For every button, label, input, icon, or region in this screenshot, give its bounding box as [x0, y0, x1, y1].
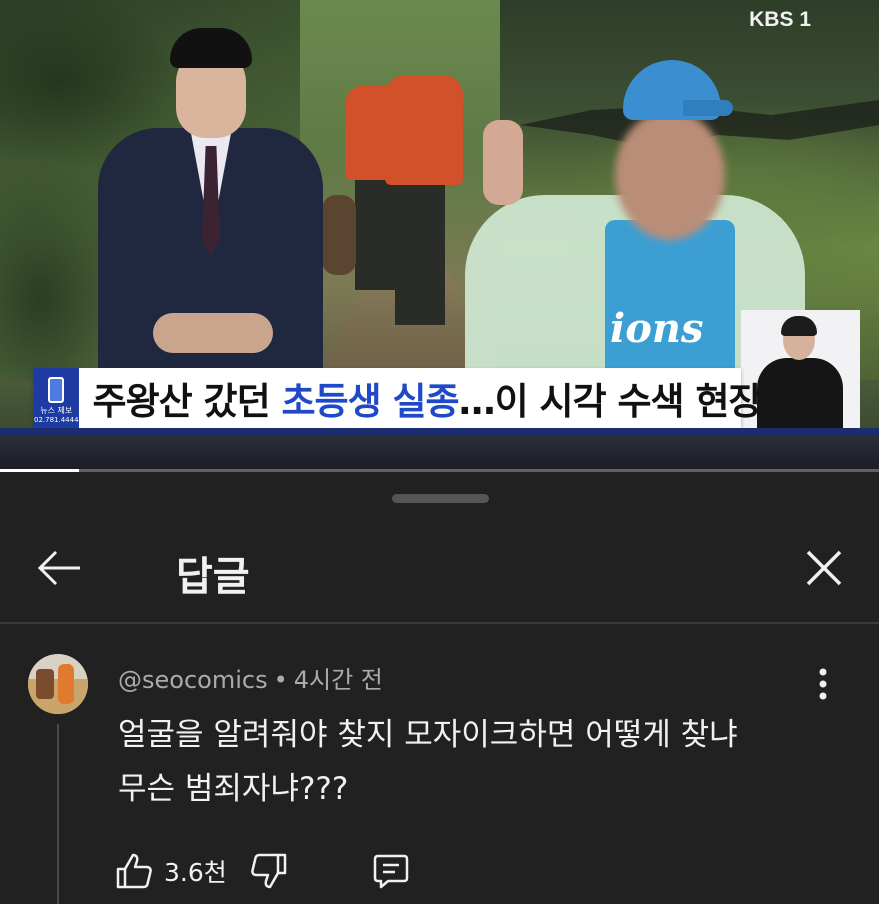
headline-highlight: 초등생 실종	[281, 380, 460, 423]
comment-text-line: 얼굴을 알려줘야 찾지 모자이크하면 어떻게 찾냐	[118, 717, 738, 753]
comment-author[interactable]: @seocomics	[118, 666, 268, 694]
news-anchor	[98, 28, 323, 373]
rescuer-figure	[385, 75, 463, 325]
channel-logo: KBS 1	[749, 8, 811, 31]
meta-separator: •	[273, 666, 288, 694]
caption-strip	[0, 428, 879, 436]
jersey-text: ions	[610, 305, 704, 352]
comment-text: 얼굴을 알려줘야 찾지 모자이크하면 어떻게 찾냐 무슨 범죄자냐???	[118, 708, 838, 816]
arrow-left-icon[interactable]	[34, 542, 86, 594]
sheet-title: 답글	[176, 554, 250, 600]
headline-text-end: …이 시각 수색 현장	[458, 380, 763, 423]
replies-sheet: 답글 @seocomics • 4시간 전 얼굴을 알려줘야 찾지 모자이크하면 어…	[0, 472, 879, 904]
badge-label: 뉴스 제보	[40, 406, 73, 415]
close-icon[interactable]	[798, 542, 850, 594]
headline-text: 주왕산 갔던	[92, 380, 282, 423]
news-caption: 뉴스 제보 02.781.4444 주왕산 갔던 초등생 실종…이 시각 수색 …	[34, 368, 763, 428]
comment-time: 4시간 전	[293, 666, 383, 694]
phone-icon	[48, 377, 65, 403]
sheet-header: 답글	[0, 522, 879, 622]
video-bottom-band	[0, 436, 879, 472]
more-vertical-icon[interactable]	[808, 664, 838, 704]
thumbs-down-icon[interactable]	[249, 851, 289, 891]
blurred-face	[615, 110, 725, 240]
comment-meta: @seocomics • 4시간 전	[118, 660, 383, 695]
drag-handle[interactable]	[392, 494, 489, 503]
thread-line	[57, 724, 59, 904]
comment-item: @seocomics • 4시간 전 얼굴을 알려줘야 찾지 모자이크하면 어떻게 …	[0, 624, 879, 904]
search-dog	[322, 195, 356, 275]
badge-phone-number: 02.781.4444	[34, 416, 79, 424]
thumbs-up-icon[interactable]	[114, 851, 154, 891]
like-count: 3.6천	[164, 858, 227, 887]
comment-text-line: 무슨 범죄자냐???	[118, 771, 349, 807]
comment-actions: 3.6천	[114, 846, 411, 896]
avatar[interactable]	[28, 654, 88, 714]
caption-headline: 주왕산 갔던 초등생 실종…이 시각 수색 현장	[92, 371, 763, 425]
video-player[interactable]: ions KBS 1 뉴스 제보 02.781.4444 주왕산 갔던 초등생 …	[0, 0, 879, 472]
news-tip-badge: 뉴스 제보 02.781.4444	[34, 368, 79, 428]
reply-icon[interactable]	[371, 851, 411, 891]
